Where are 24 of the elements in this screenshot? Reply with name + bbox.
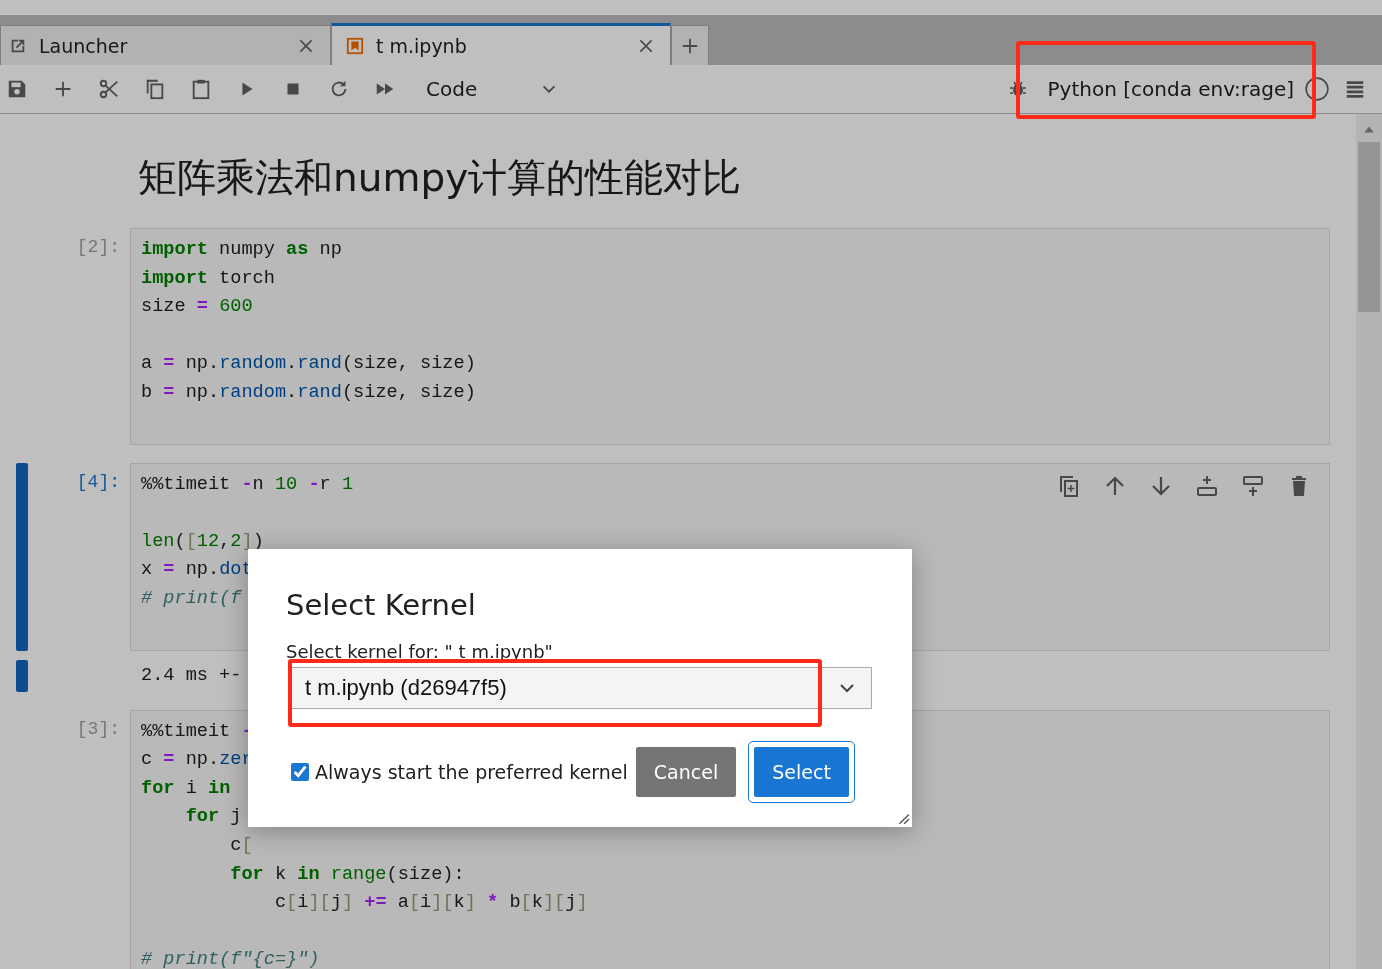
code-line: b = np.random.rand(size, size) — [141, 380, 476, 405]
execution-count: [3]: — [75, 717, 121, 741]
code-line: size = 600 — [141, 295, 253, 320]
code-line: import numpy as np — [141, 238, 342, 262]
code-line: c[i][j] += a[i][k] * b[k][j] — [273, 891, 588, 916]
code-line: # print(f"{c=}") — [141, 948, 320, 969]
code-line: %%timeit -n 10 -r 1 — [141, 472, 354, 497]
checkbox-label: Always start the preferred kernel — [315, 761, 628, 783]
code-line: for i in — [141, 776, 231, 801]
code-line: import torch — [141, 266, 275, 291]
cell-output: 2.4 ms +- — [140, 663, 243, 688]
code-line: a = np.random.rand(size, size) — [141, 352, 476, 377]
code-line: # print(f — [141, 586, 242, 611]
notebook-heading: 矩阵乘法和numpy计算的性能对比 — [138, 154, 743, 202]
dialog-title: Select Kernel — [286, 587, 477, 624]
code-line: c[ — [229, 833, 253, 858]
execution-count: [2]: — [75, 236, 121, 259]
code-line: c = np.zer — [141, 748, 253, 773]
execution-count: [4]: — [75, 470, 121, 494]
tab-label: Launcher — [39, 34, 129, 57]
code-line: for k in range(size): — [229, 862, 465, 887]
dialog-label: Select kernel for: " t m.ipynb" — [286, 641, 554, 663]
code-line: for j — [184, 805, 242, 830]
tab-label: t m.ipynb — [376, 34, 468, 57]
